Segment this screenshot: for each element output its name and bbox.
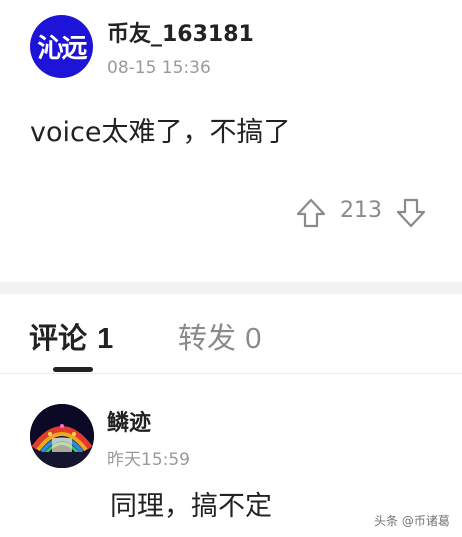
author-avatar[interactable]: 沁远 [30,15,93,78]
avatar-text: 沁远 [37,34,87,64]
vote-count: 213 [340,198,382,223]
arrow-down-icon [396,198,426,228]
comment-content: 同理，搞不定 [110,491,272,522]
tab-reposts-count: 0 [245,323,262,355]
downvote-button[interactable] [394,196,428,230]
tab-reposts[interactable]: 转发 0 [178,315,261,357]
upvote-button[interactable] [294,196,328,230]
watermark: 头条 @币诸葛 [374,514,450,528]
tab-comments[interactable]: 评论 1 [29,315,113,357]
commenter-avatar[interactable] [30,404,94,468]
arrow-up-icon [296,198,326,228]
tab-divider [0,373,462,374]
tab-comments-label: 评论 [29,321,88,355]
post-content: voice太难了，不搞了 [30,117,291,148]
comment-timestamp: 昨天15:59 [107,450,190,470]
commenter-name[interactable]: 鳞迹 [107,405,151,437]
active-tab-indicator [53,367,93,372]
tab-comments-count: 1 [97,323,114,355]
author-name[interactable]: 币友_163181 [107,16,254,48]
section-separator [0,282,462,294]
avatar-image [30,404,94,468]
post-timestamp: 08-15 15:36 [107,58,211,78]
tab-reposts-label: 转发 [178,321,237,355]
